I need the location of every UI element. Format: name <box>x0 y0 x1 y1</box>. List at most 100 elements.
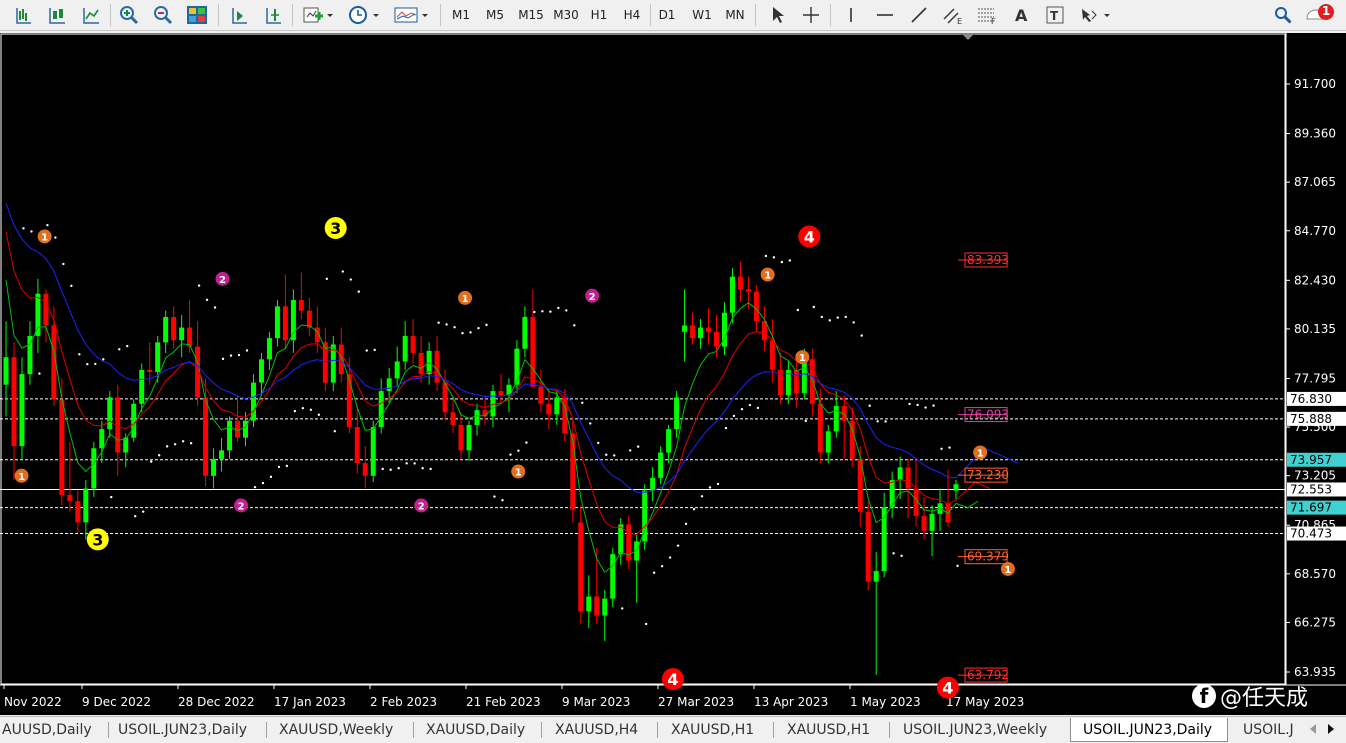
sar-dot <box>868 404 871 407</box>
sar-dot <box>405 462 408 465</box>
sar-dot <box>205 298 209 302</box>
trendline-icon[interactable] <box>906 3 932 27</box>
candle-body <box>434 350 440 383</box>
chart-area[interactable]: 91.700 89.360 87.065 84.770 82.430 80.135 77.7… <box>0 33 1346 715</box>
indicators-dropdown[interactable] <box>300 3 336 27</box>
zoom-out-icon[interactable] <box>150 3 176 27</box>
tabs-scroll-right-icon[interactable] <box>1324 717 1338 741</box>
sar-dot <box>317 413 321 416</box>
timeframe-h1-button[interactable]: H1 <box>585 3 613 27</box>
price-level-label: 72.553 <box>1290 482 1332 496</box>
timeframe-mn-button[interactable]: MN <box>720 3 750 27</box>
timeframe-d1-button[interactable]: D1 <box>653 3 681 27</box>
periods-dropdown[interactable] <box>346 3 384 27</box>
candle-body <box>873 571 879 582</box>
sar-dot <box>613 454 616 457</box>
candle-body <box>131 403 137 438</box>
date-axis-label: 28 Dec 2022 <box>178 695 255 709</box>
date-axis-label: 13 Apr 2023 <box>754 695 828 709</box>
tab-usoil-jun23-daily-active[interactable]: USOIL.JUN23,Daily <box>1070 718 1228 742</box>
price-axis-label: 87.065 <box>1294 175 1336 189</box>
zoom-in-icon[interactable] <box>116 3 142 27</box>
equidistant-channel-icon[interactable]: E <box>940 3 966 27</box>
sar-dot <box>732 414 736 418</box>
candle-body <box>729 276 735 313</box>
sar-dot <box>397 467 400 470</box>
horizontal-line-icon[interactable] <box>872 3 898 27</box>
candle-body <box>594 596 600 616</box>
timeframe-m15-button[interactable]: M15 <box>515 3 547 27</box>
candle-body <box>258 359 264 383</box>
candle-body <box>650 477 656 491</box>
search-icon[interactable] <box>1270 3 1296 27</box>
sar-dot <box>389 468 392 471</box>
tab-usoil-jun23-weekly[interactable]: USOIL.JUN23,Weekly <box>903 718 1067 742</box>
candlestick-chart-icon[interactable] <box>44 3 70 27</box>
fib-label: 76.093 <box>967 408 1009 422</box>
tab-xauusd-h1-2[interactable]: XAUUSD,H1 <box>787 718 887 742</box>
line-chart-icon[interactable] <box>78 3 104 27</box>
sar-dot <box>381 467 384 471</box>
sar-dot <box>102 358 105 361</box>
templates-dropdown[interactable] <box>392 3 432 27</box>
candle-body <box>514 348 520 385</box>
candle-body <box>953 484 959 491</box>
fibonacci-icon[interactable]: F <box>974 3 1000 27</box>
timeframe-m5-button[interactable]: M5 <box>481 3 509 27</box>
tab-xauusd-h4[interactable]: XAUUSD,H4 <box>555 718 655 742</box>
notifications-icon[interactable]: 1 <box>1304 3 1338 27</box>
sar-dot <box>237 353 241 357</box>
wave-marker-label: 2 <box>238 501 245 512</box>
wave-marker-label: 2 <box>589 292 596 303</box>
chart-shift-icon[interactable] <box>260 3 286 27</box>
tab-usoil-j[interactable]: USOIL.J <box>1243 718 1305 742</box>
auto-scroll-icon[interactable] <box>226 3 252 27</box>
sar-dot <box>477 326 480 330</box>
candle-body <box>410 336 416 353</box>
tab-xauusd-daily[interactable]: XAUUSD,Daily <box>426 718 546 742</box>
sar-dot <box>652 571 656 574</box>
sar-dot <box>644 622 648 626</box>
price-chart[interactable]: 91.700 89.360 87.065 84.770 82.430 80.135 77.7… <box>0 33 1346 715</box>
date-axis-label: 17 Jan 2023 <box>274 695 346 709</box>
date-axis-label: 9 Dec 2022 <box>82 695 151 709</box>
crosshair-icon[interactable] <box>798 3 824 27</box>
sar-dot <box>565 309 568 312</box>
sar-dot <box>932 404 935 407</box>
sar-dot <box>772 256 776 259</box>
timeframe-h4-button[interactable]: H4 <box>618 3 646 27</box>
candle-body <box>378 391 384 428</box>
sar-dot <box>940 447 943 450</box>
timeframe-m1-button[interactable]: M1 <box>447 3 475 27</box>
bar-chart-icon[interactable] <box>10 3 36 27</box>
tile-windows-icon[interactable] <box>184 3 210 27</box>
sar-dot <box>189 442 193 445</box>
sar-dot <box>38 372 41 375</box>
candle-body <box>745 289 751 292</box>
tab-xauusd-h1[interactable]: XAUUSD,H1 <box>671 718 771 742</box>
facebook-icon: f <box>1192 684 1216 708</box>
text-icon[interactable]: A <box>1008 3 1034 27</box>
sar-dot <box>445 323 448 326</box>
candle-body <box>578 522 584 612</box>
vertical-line-icon[interactable] <box>838 3 864 27</box>
tabs-scroll-left-icon[interactable] <box>1306 717 1320 741</box>
sar-dot <box>157 454 161 457</box>
candle-body <box>618 524 624 555</box>
tab-auusd-daily[interactable]: AUUSD,Daily <box>2 718 106 742</box>
text-label-icon[interactable]: T <box>1042 3 1068 27</box>
tab-xauusd-weekly[interactable]: XAUUSD,Weekly <box>279 718 419 742</box>
tab-usoil-jun23-daily[interactable]: USOIL.JUN23,Daily <box>118 718 268 742</box>
arrows-dropdown[interactable] <box>1076 3 1116 27</box>
timeframe-m30-button[interactable]: M30 <box>550 3 582 27</box>
sar-dot <box>181 440 185 443</box>
candle-body <box>769 340 775 370</box>
sar-dot <box>780 260 784 264</box>
sar-dot <box>660 564 664 568</box>
candle-body <box>921 516 927 531</box>
sar-dot <box>844 315 847 319</box>
cursor-icon[interactable] <box>764 3 790 27</box>
candle-body <box>897 467 903 481</box>
timeframe-w1-button[interactable]: W1 <box>688 3 716 27</box>
candle-body <box>538 386 544 404</box>
